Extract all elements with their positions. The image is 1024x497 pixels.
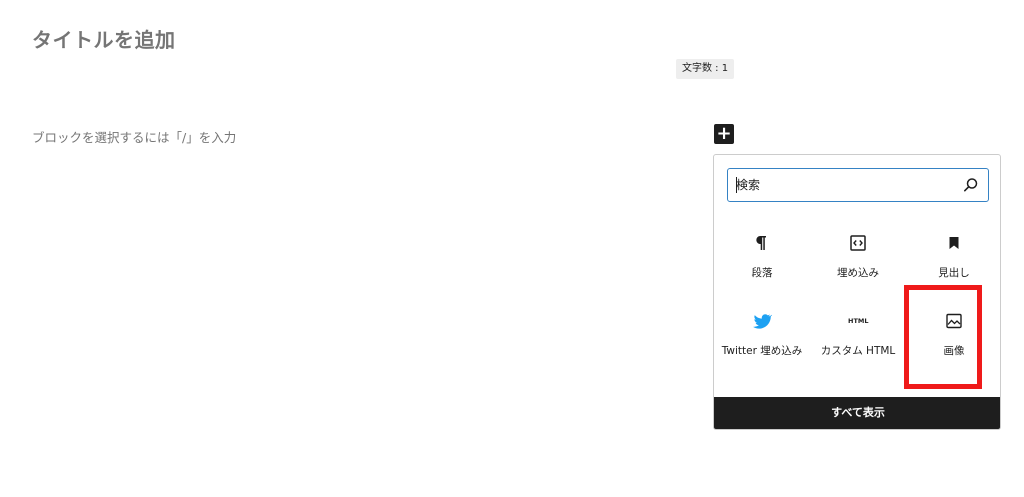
- block-item-custom-html[interactable]: HTML カスタム HTML: [810, 293, 906, 371]
- block-label: Twitter 埋め込み: [721, 345, 803, 357]
- block-label: 埋め込み: [837, 267, 879, 279]
- editor-canvas: タイトルを追加 文字数 : 1 ブロックを選択するには「/」を入力 + 段落: [0, 0, 1024, 497]
- block-item-embed[interactable]: 埋め込み: [810, 215, 906, 293]
- show-all-button[interactable]: すべて表示: [714, 397, 1000, 429]
- text-caret: [736, 177, 737, 193]
- block-item-twitter-embed[interactable]: Twitter 埋め込み: [714, 293, 810, 385]
- twitter-icon: [752, 314, 772, 329]
- post-title-input[interactable]: タイトルを追加: [32, 24, 176, 53]
- block-label: 見出し: [938, 267, 970, 279]
- block-label: カスタム HTML: [820, 345, 896, 357]
- html-icon: HTML: [848, 317, 869, 325]
- search-input[interactable]: [736, 173, 946, 197]
- add-block-button[interactable]: +: [714, 124, 734, 144]
- search-box: [727, 168, 989, 202]
- paragraph-icon: [756, 236, 766, 250]
- char-count-badge: 文字数 : 1: [676, 59, 735, 79]
- block-item-paragraph[interactable]: 段落: [714, 215, 810, 293]
- heading-bookmark-icon: [949, 237, 959, 249]
- block-label: 段落: [751, 267, 773, 279]
- image-block-highlight: [904, 285, 982, 389]
- embed-icon: [850, 235, 866, 251]
- block-placeholder[interactable]: ブロックを選択するには「/」を入力: [32, 127, 236, 146]
- block-item-heading[interactable]: 見出し: [906, 215, 1000, 293]
- search-icon[interactable]: [963, 177, 979, 193]
